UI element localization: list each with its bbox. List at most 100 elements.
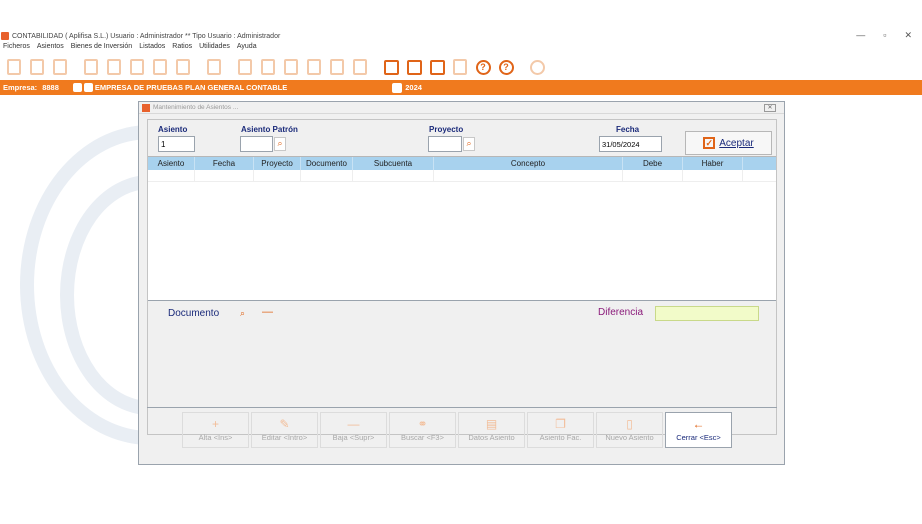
toolbar-btn-6[interactable] [127, 57, 147, 77]
toolbar-btn-10[interactable] [235, 57, 255, 77]
menu-ayuda[interactable]: Ayuda [237, 43, 257, 53]
toolbar-btn-7[interactable] [150, 57, 170, 77]
dialog-app-icon [142, 103, 150, 112]
patron-input[interactable] [240, 136, 273, 152]
register-icon [53, 59, 67, 75]
col-proyecto[interactable]: Proyecto [254, 157, 301, 170]
company-select-icon[interactable] [72, 83, 82, 92]
col-debe[interactable]: Debe [623, 157, 683, 170]
dialog-close-button[interactable]: ✕ [764, 104, 776, 112]
plus-icon: + [211, 416, 219, 431]
menu-ficheros[interactable]: Ficheros [3, 43, 30, 53]
table-header: Asiento Fecha Proyecto Documento Subcuen… [148, 157, 776, 170]
toolbar-btn-8[interactable] [173, 57, 193, 77]
col-fecha[interactable]: Fecha [195, 157, 254, 170]
toolbar-btn-20[interactable]: ? [473, 57, 493, 77]
toolbar-btn-21[interactable]: ? [496, 57, 516, 77]
scroll-icon [284, 59, 298, 75]
edit-icon: ✎ [279, 416, 290, 431]
documento-clear-icon[interactable]: — [262, 306, 273, 318]
datos-asiento-button[interactable]: ▤ Datos Asiento [458, 411, 525, 448]
toolbar-btn-15[interactable] [350, 57, 370, 77]
asiento-fac-button[interactable]: ❐ Asiento Fac. [527, 411, 594, 448]
toolbar-btn-5[interactable] [104, 57, 124, 77]
data-sheet-icon: ▤ [485, 416, 498, 431]
nuevo-asiento-button[interactable]: ▯ Nuevo Asiento [596, 411, 663, 448]
toolbar-btn-18[interactable] [427, 57, 447, 77]
toolbar-btn-1[interactable] [4, 57, 24, 77]
menu-bar: Ficheros Asientos Bienes de Inversión Li… [0, 43, 257, 53]
diferencia-label: Diferencia [598, 307, 644, 318]
patron-search-icon[interactable]: ⌕ [274, 137, 286, 151]
cerrar-label: Cerrar <Esc> [676, 432, 721, 442]
help-icon: ? [498, 59, 514, 75]
company-info-icon[interactable] [83, 83, 93, 92]
table-row[interactable] [148, 170, 776, 182]
close-window-button[interactable]: ✕ [904, 30, 912, 41]
col-haber[interactable]: Haber [683, 157, 743, 170]
report-icon [107, 59, 121, 75]
menu-bienes-inversion[interactable]: Bienes de Inversión [71, 43, 132, 53]
toolbar-btn-13[interactable] [304, 57, 324, 77]
toolbar-btn-11[interactable] [258, 57, 278, 77]
minimize-button[interactable]: — [856, 30, 865, 41]
editar-button[interactable]: ✎ Editar <Intro> [251, 411, 318, 448]
company-label: Empresa: [3, 83, 38, 92]
nuevo-asiento-label: Nuevo Asiento [605, 432, 654, 442]
documento-search-icon[interactable]: ⌕ [240, 308, 245, 319]
title-bar: CONTABILIDAD ( Aplifisa S.L.) Usuario : … [0, 30, 922, 42]
menu-asientos[interactable]: Asientos [37, 43, 64, 53]
col-subcuenta[interactable]: Subcuenta [353, 157, 434, 170]
cerrar-button[interactable]: ← Cerrar <Esc> [665, 411, 732, 448]
toolbar-btn-16[interactable] [381, 57, 401, 77]
proyecto-label: Proyecto [429, 125, 464, 134]
monitor-icon [383, 59, 399, 75]
check-icon: ✓ [703, 137, 716, 149]
entries-table[interactable]: Asiento Fecha Proyecto Documento Subcuen… [148, 156, 776, 301]
toolbar-btn-22[interactable] [527, 57, 547, 77]
baja-button[interactable]: — Baja <Supr> [320, 411, 387, 448]
col-asiento[interactable]: Asiento [148, 157, 195, 170]
menu-utilidades[interactable]: Utilidades [199, 43, 230, 53]
toolbar-btn-9[interactable] [204, 57, 224, 77]
toolbar-btn-17[interactable] [404, 57, 424, 77]
col-concepto[interactable]: Concepto [434, 157, 623, 170]
building-icon [207, 59, 221, 75]
col-documento[interactable]: Documento [301, 157, 353, 170]
buscar-button[interactable]: ⚭ Buscar <F3> [389, 411, 456, 448]
accept-button[interactable]: ✓ Aceptar [685, 131, 772, 155]
menu-ratios[interactable]: Ratios [172, 43, 192, 53]
alta-label: Alta <Ins> [198, 432, 233, 442]
proyecto-input[interactable] [428, 136, 462, 152]
scroll-alt-icon [307, 59, 321, 75]
maximize-button[interactable]: ▫ [883, 30, 886, 41]
folder-icon [453, 59, 467, 75]
company-bar: Empresa: 8888 EMPRESA DE PRUEBAS PLAN GE… [0, 80, 922, 95]
toolbar-btn-3[interactable] [50, 57, 70, 77]
arrow-left-icon: ← [692, 416, 705, 431]
chat-help-icon: ? [475, 59, 491, 75]
editar-label: Editar <Intro> [261, 432, 308, 442]
proyecto-search-icon[interactable]: ⌕ [463, 137, 475, 151]
asientos-dialog: Mantenimiento de Asientos ... ✕ Asiento … [138, 101, 785, 465]
dialog-body: Asiento Asiento Patrón ⌕ Proyecto ⌕ Fech… [147, 119, 777, 435]
app-page: CONTABILIDAD ( Aplifisa S.L.) Usuario : … [0, 0, 922, 524]
patron-label: Asiento Patrón [241, 125, 298, 134]
accept-label: Aceptar [719, 137, 754, 149]
toolbar-btn-4[interactable] [81, 57, 101, 77]
toolbar-btn-19[interactable] [450, 57, 470, 77]
binoculars-icon: ⚭ [417, 416, 428, 431]
app-icon [1, 32, 9, 40]
year-search-icon[interactable] [392, 82, 403, 93]
document-icon [7, 59, 21, 75]
document-chart-icon [30, 59, 44, 75]
toolbar-btn-2[interactable] [27, 57, 47, 77]
fecha-input[interactable] [599, 136, 662, 152]
toolbar-btn-14[interactable] [327, 57, 347, 77]
dialog-title: Mantenimiento de Asientos ... [153, 104, 239, 111]
minus-icon: — [347, 416, 360, 431]
menu-listados[interactable]: Listados [139, 43, 165, 53]
alta-button[interactable]: + Alta <Ins> [182, 411, 249, 448]
asiento-input[interactable] [158, 136, 195, 152]
toolbar-btn-12[interactable] [281, 57, 301, 77]
